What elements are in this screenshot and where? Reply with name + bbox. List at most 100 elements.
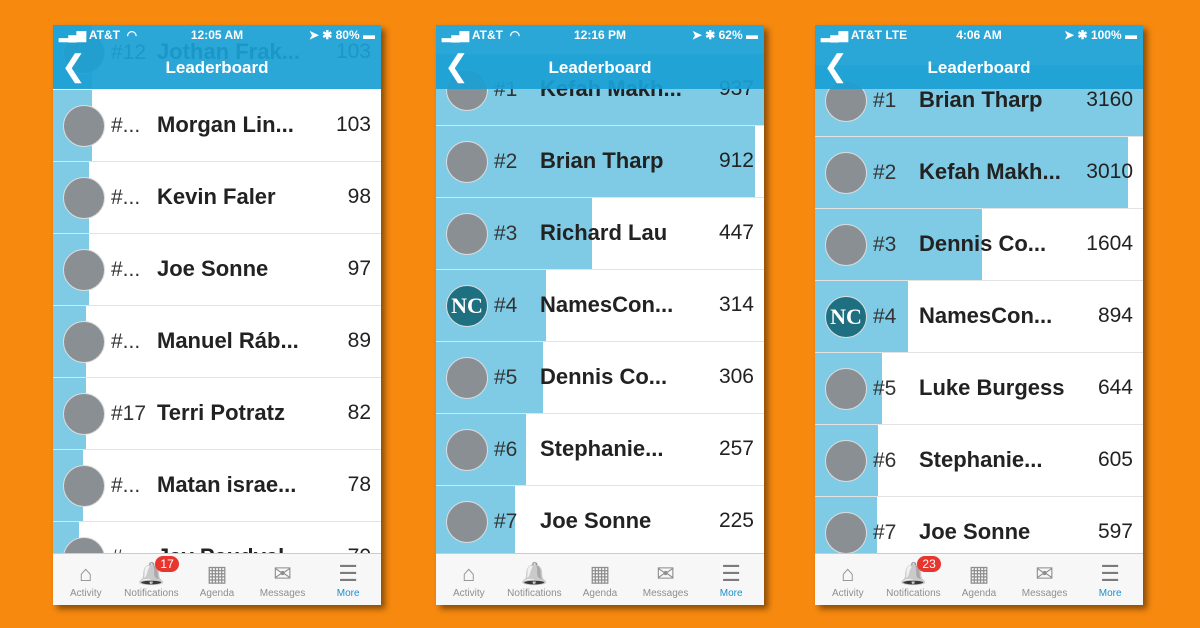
tab-more[interactable]: ☰ More <box>315 554 381 605</box>
leaderboard-row[interactable]: #... Kevin Faler 98 <box>53 162 381 234</box>
avatar <box>446 501 488 543</box>
leaderboard-row[interactable]: #6 Stephanie... 257 <box>436 414 764 486</box>
tab-notifications[interactable]: 🔔 Notifications <box>502 554 568 605</box>
user-name: Brian Tharp <box>540 148 664 173</box>
tab-activity[interactable]: ⌂ Activity <box>815 554 881 605</box>
tab-activity[interactable]: ⌂ Activity <box>53 554 119 605</box>
user-name: Joe Sonne <box>540 508 652 533</box>
score: 78 <box>347 473 371 496</box>
tab-notifications[interactable]: 🔔 23 Notifications <box>881 554 947 605</box>
rank: #... <box>111 258 141 281</box>
tab-label: Agenda <box>582 588 618 599</box>
tab-label: Messages <box>1021 588 1068 599</box>
menu-icon: ☰ <box>1100 561 1121 586</box>
rank: #17 <box>111 402 147 425</box>
avatar <box>825 152 867 194</box>
rank: #2 <box>873 161 897 184</box>
tab-label: Notifications <box>886 588 941 599</box>
leaderboard-list[interactable]: #12 Jothan Frak... 103 #... Morgan Lin..… <box>53 25 381 553</box>
leaderboard-list[interactable]: #1 Brian Tharp 3160 #2 Kefah Makh... 301… <box>815 25 1143 553</box>
status-bar: ▂▄▆ AT&T wifi ◠ 12:05 AM ➤ ✱ 80% ▬ <box>59 28 375 44</box>
rank: #... <box>111 546 140 553</box>
leaderboard-row[interactable]: #... Morgan Lin... 103 <box>53 90 381 162</box>
location-icon: ➤ ✱ <box>1064 28 1091 42</box>
battery-percent: 100% <box>1090 28 1122 42</box>
user-name: Jay Paudyal <box>157 544 284 553</box>
menu-icon: ☰ <box>338 561 359 586</box>
score: 644 <box>1097 376 1133 399</box>
avatar <box>825 512 867 553</box>
tab-label: Activity <box>831 588 864 599</box>
leaderboard-row[interactable]: #... Matan israe... 78 <box>53 450 381 522</box>
battery-icon: ▬ <box>1125 28 1137 42</box>
battery-percent: 80% <box>335 28 360 42</box>
avatar: NC <box>446 285 488 327</box>
leaderboard-list[interactable]: #1 Kefah Makh... 937 #2 Brian Tharp 912 … <box>436 25 764 553</box>
rank: #6 <box>494 438 518 461</box>
score: 3010 <box>1086 160 1133 183</box>
score: 98 <box>347 185 371 208</box>
leaderboard-row[interactable]: #5 Luke Burgess 644 <box>815 353 1143 425</box>
tab-more[interactable]: ☰ More <box>1077 554 1143 605</box>
score: 97 <box>347 257 371 280</box>
leaderboard-row[interactable]: #5 Dennis Co... 306 <box>436 342 764 414</box>
location-icon: ➤ ✱ <box>691 28 719 42</box>
tab-label: Activity <box>452 588 485 599</box>
user-name: Matan israe... <box>157 472 297 497</box>
avatar <box>446 429 488 471</box>
tab-agenda[interactable]: ▦ Agenda <box>946 554 1012 605</box>
tab-label: More <box>336 588 360 599</box>
leaderboard-row[interactable]: #3 Richard Lau 447 <box>436 198 764 270</box>
tab-messages[interactable]: ✉ Messages <box>250 554 316 605</box>
tab-bar: ⌂ Activity 🔔 23 Notifications ▦ Agenda ✉… <box>815 553 1143 605</box>
rank: #5 <box>494 366 518 389</box>
rank: #4 <box>494 294 518 317</box>
avatar <box>63 249 105 291</box>
leaderboard-row[interactable]: #... Manuel Ráb... 89 <box>53 306 381 378</box>
leaderboard-row[interactable]: #2 Kefah Makh... 3010 <box>815 137 1143 209</box>
leaderboard-row[interactable]: #... Joe Sonne 97 <box>53 234 381 306</box>
tab-more[interactable]: ☰ More <box>698 554 764 605</box>
leaderboard-row[interactable]: #2 Brian Tharp 912 <box>436 126 764 198</box>
tab-agenda[interactable]: ▦ Agenda <box>567 554 633 605</box>
rank: #5 <box>873 377 897 400</box>
battery-icon: ▬ <box>746 28 758 42</box>
tab-agenda[interactable]: ▦ Agenda <box>184 554 250 605</box>
tab-label: Notifications <box>507 588 562 599</box>
phone-screen: #1 Kefah Makh... 937 #2 Brian Tharp 912 … <box>436 25 764 605</box>
leaderboard-row[interactable]: NC #4 NamesCon... 314 <box>436 270 764 342</box>
leaderboard-row[interactable]: #3 Dennis Co... 1604 <box>815 209 1143 281</box>
user-name: Dennis Co... <box>540 364 668 389</box>
inbox-icon: ✉ <box>656 561 675 586</box>
user-name: Luke Burgess <box>919 375 1065 400</box>
calendar-icon: ▦ <box>968 561 990 586</box>
user-name: Dennis Co... <box>919 231 1047 256</box>
leaderboard-row[interactable]: #6 Stephanie... 605 <box>815 425 1143 497</box>
leaderboard-row[interactable]: #7 Joe Sonne 225 <box>436 486 764 553</box>
tab-label: More <box>719 588 743 599</box>
user-name: Stephanie... <box>919 447 1043 472</box>
avatar <box>825 368 867 410</box>
phone-screen: #1 Brian Tharp 3160 #2 Kefah Makh... 301… <box>815 25 1143 605</box>
leaderboard-row[interactable]: #... Jay Paudyal 70 <box>53 522 381 553</box>
tab-messages[interactable]: ✉ Messages <box>633 554 699 605</box>
menu-icon: ☰ <box>721 561 742 586</box>
tab-activity[interactable]: ⌂ Activity <box>436 554 502 605</box>
nav-header: ▂▄▆ AT&T LTE 4:06 AM ➤ ✱ 100% ▬ ❮ Leader… <box>815 25 1143 89</box>
leaderboard-row[interactable]: #17 Terri Potratz 82 <box>53 378 381 450</box>
user-name: Richard Lau <box>540 220 668 245</box>
tab-messages[interactable]: ✉ Messages <box>1012 554 1078 605</box>
leaderboard-row[interactable]: NC #4 NamesCon... 894 <box>815 281 1143 353</box>
avatar <box>63 393 105 435</box>
score: 894 <box>1097 304 1133 327</box>
rank: #... <box>111 474 141 497</box>
rank: #... <box>111 330 141 353</box>
calendar-icon: ▦ <box>589 561 611 586</box>
battery-icon: ▬ <box>363 28 375 42</box>
phone-screen: #12 Jothan Frak... 103 #... Morgan Lin..… <box>53 25 381 605</box>
leaderboard-row[interactable]: #7 Joe Sonne 597 <box>815 497 1143 553</box>
score: 1604 <box>1086 232 1133 255</box>
tab-notifications[interactable]: 🔔 17 Notifications <box>119 554 185 605</box>
user-name: Brian Tharp <box>919 87 1043 112</box>
battery-percent: 62% <box>718 28 743 42</box>
